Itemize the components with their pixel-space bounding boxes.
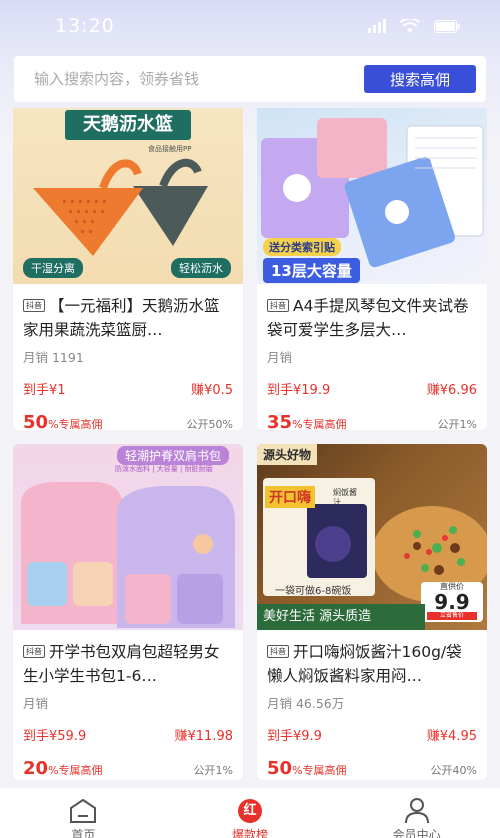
earn-amount: 赚¥11.98 [174, 729, 234, 744]
search-input[interactable] [34, 70, 364, 88]
product-card[interactable]: 轻潮护脊双肩书包 防泼水面料 | 大容量 | 耐脏耐磨 抖音 开学书包双肩包超轻男… [13, 444, 243, 780]
public-rate: 公开40% [430, 764, 477, 777]
platform-badge: 抖音 [23, 299, 45, 312]
status-bar: 13:20 [0, 0, 500, 52]
public-rate: 公开1% [193, 764, 233, 777]
price-row: 到手¥1 赚¥0.5 [23, 379, 233, 398]
platform-badge: 抖音 [267, 645, 289, 658]
commission-row: 20%专属高佣 公开1% [23, 758, 233, 779]
commission-rate: 50%专属高佣 [267, 758, 347, 779]
final-price: 到手¥19.9 [267, 383, 331, 398]
tab-home-label: 首页 [71, 828, 96, 838]
tab-member-center[interactable]: 会员中心 [357, 796, 477, 838]
product-image-file-folder[interactable]: 送分类索引贴 13层大容量 [257, 108, 487, 284]
bottom-tab-bar: 首页 红 爆款榜 会员中心 [0, 788, 500, 838]
public-rate: 公开50% [186, 418, 233, 430]
commission-rate: 20%专属高佣 [23, 758, 103, 779]
commission-row: 50%专属高佣 公开50% [23, 412, 233, 430]
product-card[interactable]: 送分类索引贴 13层大容量 抖音 A4手提风琴包文件夹试卷袋可爱学生多层大… 月销… [257, 108, 487, 430]
final-price: 到手¥1 [23, 383, 66, 398]
tag-dry-wet: 干湿分离 [23, 258, 83, 278]
product-card[interactable]: 天鹅沥水篮 食品接触用PP 干湿分离 轻松沥水 抖音 【一元福利】天鹅沥水篮家用… [13, 108, 243, 430]
capacity-label: 13层大容量 [263, 258, 360, 283]
signal-icon [368, 19, 386, 33]
product-card[interactable]: 源头好物 开口嗨 焖饭酱汁 一袋可做6-8碗饭 直供价 9.9 立省售价 美好生… [257, 444, 487, 780]
final-price: 到手¥9.9 [267, 729, 322, 744]
price-tag: 直供价 9.9 立省售价 [421, 582, 483, 622]
serving-label: 一袋可做6-8碗饭 [275, 586, 352, 597]
price-tag-value: 9.9 [434, 590, 470, 614]
monthly-sales: 月销 46.56万 [267, 696, 345, 711]
search-button[interactable]: 搜索高佣 [364, 65, 476, 93]
product-image-drain-basket[interactable]: 天鹅沥水篮 食品接触用PP 干湿分离 轻松沥水 [13, 108, 243, 284]
price-row: 到手¥59.9 赚¥11.98 [23, 725, 233, 744]
commission-row: 50%专属高佣 公开40% [267, 758, 477, 779]
battery-icon [434, 19, 460, 33]
pack-label: 焖饭酱汁 [333, 488, 357, 507]
product-image-rice-sauce[interactable]: 源头好物 开口嗨 焖饭酱汁 一袋可做6-8碗饭 直供价 9.9 立省售价 美好生… [257, 444, 487, 630]
commission-row: 35%专属高佣 公开1% [267, 412, 477, 430]
hot-list-icon: 红 [237, 799, 262, 823]
tag-drain: 轻松沥水 [171, 258, 231, 278]
commission-rate: 50%专属高佣 [23, 412, 103, 430]
tab-member-center-label: 会员中心 [392, 828, 441, 838]
product-title[interactable]: 抖音 开学书包双肩包超轻男女生小学生书包1-6… [23, 640, 233, 688]
public-rate: 公开1% [437, 418, 477, 430]
product-grid: 天鹅沥水篮 食品接触用PP 干湿分离 轻松沥水 抖音 【一元福利】天鹅沥水篮家用… [13, 108, 487, 780]
monthly-sales: 月销 [267, 350, 293, 365]
monthly-sales: 月销 1191 [23, 350, 84, 365]
earn-amount: 赚¥4.95 [426, 729, 477, 744]
price-row: 到手¥19.9 赚¥6.96 [267, 379, 477, 398]
backpack-illustration [21, 482, 235, 628]
final-price: 到手¥59.9 [23, 729, 87, 744]
platform-badge: 抖音 [23, 645, 45, 658]
tab-home[interactable]: 首页 [23, 796, 143, 838]
home-icon [70, 798, 97, 823]
tab-hot-list-label: 爆款榜 [231, 828, 268, 838]
wifi-icon [400, 18, 420, 33]
price-row: 到手¥9.9 赚¥4.95 [267, 725, 477, 744]
earn-amount: 赚¥6.96 [426, 383, 477, 398]
product-title[interactable]: 抖音 A4手提风琴包文件夹试卷袋可爱学生多层大… [267, 294, 477, 342]
profile-icon [404, 798, 429, 824]
slogan-strip: 美好生活 源头质造 [257, 604, 425, 630]
tab-hot-list[interactable]: 红 爆款榜 [190, 796, 310, 838]
status-time: 13:20 [55, 15, 115, 37]
promo-label: 送分类索引贴 [263, 238, 341, 256]
status-icons [368, 18, 460, 34]
brand-label: 开口嗨 [265, 486, 315, 508]
earn-amount: 赚¥0.5 [191, 383, 233, 398]
commission-rate: 35%专属高佣 [267, 412, 347, 430]
product-title[interactable]: 抖音 【一元福利】天鹅沥水篮家用果蔬洗菜篮厨… [23, 294, 233, 342]
monthly-sales: 月销 [23, 696, 49, 711]
product-image-backpack[interactable]: 轻潮护脊双肩书包 防泼水面料 | 大容量 | 耐脏耐磨 [13, 444, 243, 630]
platform-badge: 抖音 [267, 299, 289, 312]
search-bar: 搜索高佣 [14, 56, 486, 102]
product-title[interactable]: 抖音 开口嗨焖饭酱汁160g/袋懒人焖饭酱料家用闷… [267, 640, 477, 688]
